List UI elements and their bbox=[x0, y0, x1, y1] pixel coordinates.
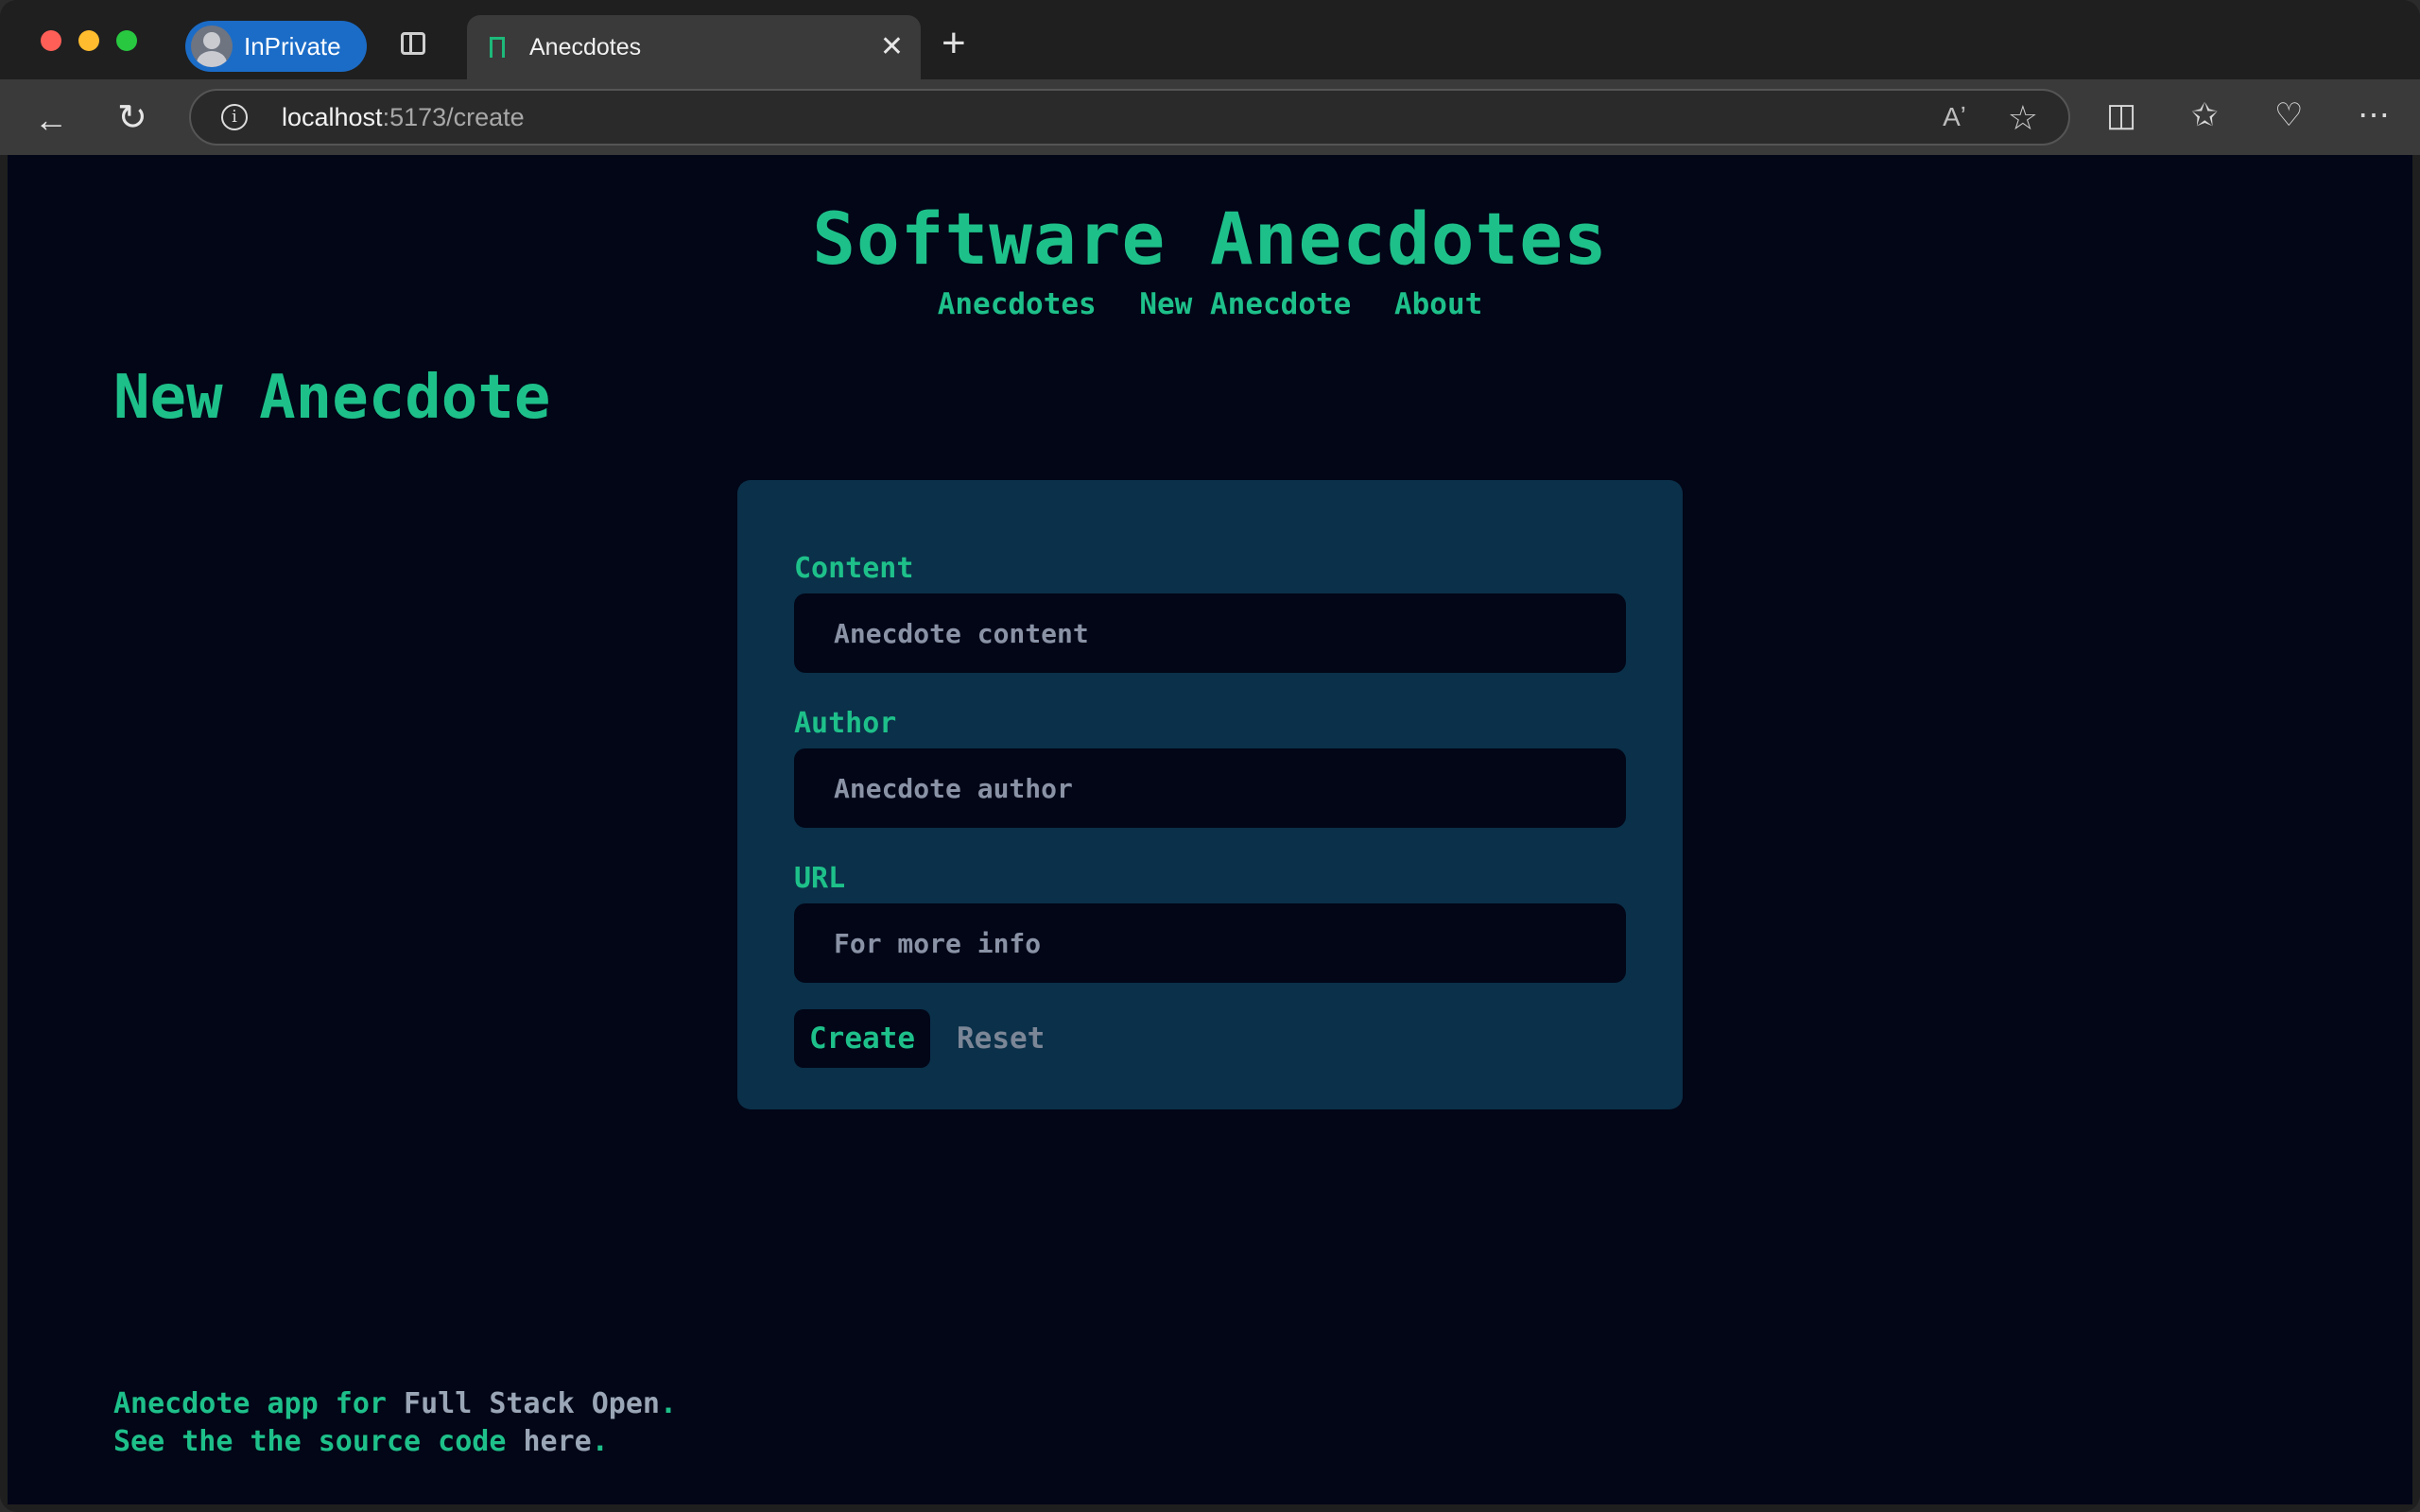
author-input[interactable] bbox=[794, 748, 1626, 828]
nav-about[interactable]: About bbox=[1394, 287, 1482, 321]
read-aloud-icon[interactable]: Aʼ bbox=[1943, 102, 1966, 132]
browser-essentials-icon[interactable]: ♡ bbox=[2274, 96, 2303, 134]
back-arrow-icon[interactable]: ← bbox=[34, 100, 68, 140]
main-nav: Anecdotes New Anecdote About bbox=[8, 287, 2412, 321]
tab-actions-icon[interactable] bbox=[401, 32, 425, 55]
full-stack-open-link[interactable]: Full Stack Open bbox=[404, 1387, 660, 1420]
site-title: Software Anecdotes bbox=[812, 197, 1608, 281]
bookmark-icon bbox=[490, 37, 505, 63]
footer-text: Anecdote app for bbox=[113, 1387, 405, 1420]
content-input[interactable] bbox=[794, 593, 1626, 673]
nav-anecdotes[interactable]: Anecdotes bbox=[938, 287, 1097, 321]
profile-avatar-icon bbox=[191, 26, 233, 67]
more-menu-icon[interactable]: ⋯ bbox=[2358, 96, 2390, 134]
footer-text: . bbox=[591, 1425, 609, 1458]
add-favorite-star-icon[interactable]: ☆ bbox=[2008, 98, 2038, 138]
footer-text: . bbox=[659, 1387, 678, 1420]
page-title: New Anecdote bbox=[113, 363, 551, 433]
tab-title: Anecdotes bbox=[529, 33, 642, 60]
title-bar: InPrivate Anecdotes ✕ + bbox=[0, 0, 2420, 79]
site-info-icon[interactable]: i bbox=[221, 104, 248, 130]
url-host: localhost bbox=[282, 103, 383, 131]
tab-close-icon[interactable]: ✕ bbox=[880, 33, 904, 61]
minimize-window-button[interactable] bbox=[78, 30, 99, 51]
close-window-button[interactable] bbox=[41, 30, 61, 51]
new-anecdote-form: Content Author URL Create Reset bbox=[737, 480, 1683, 1109]
new-tab-button[interactable]: + bbox=[942, 21, 966, 66]
author-label: Author bbox=[794, 707, 897, 740]
reload-icon[interactable]: ↻ bbox=[117, 96, 147, 139]
content-label: Content bbox=[794, 552, 914, 585]
url-label: URL bbox=[794, 862, 846, 895]
source-code-link[interactable]: here bbox=[523, 1425, 591, 1458]
browser-toolbar: ← ↻ i localhost:5173/create Aʼ ☆ ◫ ✩ ♡ ⋯ bbox=[0, 79, 2420, 155]
url-input[interactable] bbox=[794, 903, 1626, 983]
footer-line-2: See the the source code here. bbox=[113, 1423, 677, 1461]
footer-text: See the the source code bbox=[113, 1425, 524, 1458]
browser-window: InPrivate Anecdotes ✕ + ← ↻ i localhost:… bbox=[0, 0, 2420, 1512]
tab-anecdotes[interactable]: Anecdotes ✕ bbox=[467, 15, 921, 79]
split-screen-icon[interactable]: ◫ bbox=[2106, 96, 2136, 134]
url-text[interactable]: localhost:5173/create bbox=[282, 103, 525, 132]
reset-button[interactable]: Reset bbox=[951, 1009, 1050, 1068]
page-content: Software Anecdotes Anecdotes New Anecdot… bbox=[8, 155, 2412, 1504]
nav-new-anecdote[interactable]: New Anecdote bbox=[1139, 287, 1351, 321]
url-path: :5173/create bbox=[382, 103, 525, 131]
favorites-icon[interactable]: ✩ bbox=[2191, 96, 2219, 134]
footer-line-1: Anecdote app for Full Stack Open. bbox=[113, 1385, 677, 1423]
inprivate-label: InPrivate bbox=[244, 31, 341, 60]
maximize-window-button[interactable] bbox=[116, 30, 137, 51]
create-button[interactable]: Create bbox=[794, 1009, 930, 1068]
inprivate-badge[interactable]: InPrivate bbox=[185, 21, 367, 72]
footer: Anecdote app for Full Stack Open. See th… bbox=[113, 1385, 677, 1461]
address-bar[interactable]: i localhost:5173/create Aʼ ☆ bbox=[189, 89, 2070, 146]
